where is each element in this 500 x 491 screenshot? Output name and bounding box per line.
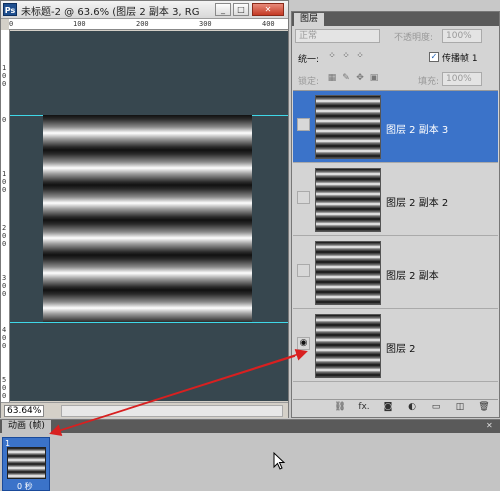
ruler-tick: 0: [2, 282, 7, 290]
layer-row[interactable]: ◉ 图层 2: [293, 310, 498, 382]
ruler-tick: 2: [2, 224, 7, 232]
lock-brush-icon[interactable]: ✎: [340, 73, 352, 85]
ruler-tick: 0: [2, 334, 7, 342]
propagate-frame-label: 传播帧 1: [442, 54, 478, 64]
unify-style-icon[interactable]: ⁘: [354, 51, 366, 63]
maximize-button[interactable]: □: [233, 3, 249, 16]
layer-row[interactable]: 图层 2 副本 2: [293, 164, 498, 236]
unify-label: 统一:: [298, 55, 320, 65]
photoshop-icon: Ps: [3, 3, 17, 16]
document-window: Ps 未标题-2 @ 63.6% (图层 2 副本 3, RG _ □ ✕ 0 …: [0, 0, 289, 418]
ruler-tick: 200: [136, 20, 149, 28]
ruler-tick: 0: [2, 186, 7, 194]
minimize-button[interactable]: _: [215, 3, 231, 16]
ruler-tick: 0: [2, 392, 7, 400]
ruler-tick: 0: [2, 80, 7, 88]
layer-row[interactable]: 图层 2 副本 3: [293, 91, 498, 163]
layer-thumbnail: [315, 314, 381, 378]
adjustment-icon[interactable]: ◐: [405, 402, 419, 414]
ruler-tick: 0: [2, 384, 7, 392]
guide-line[interactable]: [10, 322, 288, 323]
propagate-frame-checkbox[interactable]: ✓: [429, 52, 439, 62]
ruler-tick: 0: [2, 232, 7, 240]
layers-panel: 图层 正常 不透明度: 100% 统一: ⁘ ⁘ ⁘ ✓ 传播帧 1 锁定: ▦…: [291, 11, 500, 418]
ruler-tick: 4: [2, 326, 7, 334]
layer-name: 图层 2 副本: [386, 271, 439, 282]
ruler-tick: 0: [2, 290, 7, 298]
opacity-label: 不透明度:: [394, 33, 434, 43]
mouse-cursor-icon: [273, 451, 286, 470]
ruler-tick: 0: [2, 178, 7, 186]
unify-visibility-icon[interactable]: ⁘: [340, 51, 352, 63]
status-bar: 63.64%: [1, 402, 288, 418]
lock-transparent-icon[interactable]: ▦: [326, 73, 338, 85]
ruler-tick: 0: [9, 20, 14, 28]
fill-field[interactable]: 100%: [442, 72, 482, 86]
ruler-tick: 1: [2, 64, 7, 72]
unify-position-icon[interactable]: ⁘: [326, 51, 338, 63]
ruler-tick: 3: [2, 274, 7, 282]
frame-delay[interactable]: 0 秒: [17, 481, 33, 491]
tab-animation[interactable]: 动画 (帧): [2, 420, 51, 433]
mask-icon[interactable]: ◙: [381, 402, 395, 414]
ruler-tick: 5: [2, 376, 7, 384]
striped-image[interactable]: [43, 115, 252, 323]
ruler-tick: 0: [2, 240, 7, 248]
new-layer-icon[interactable]: ◫: [453, 402, 467, 414]
visibility-toggle[interactable]: [297, 264, 310, 277]
document-title: 未标题-2 @ 63.6% (图层 2 副本 3, RG: [21, 7, 200, 18]
horizontal-scrollbar[interactable]: [61, 405, 283, 417]
ruler-tick: 1: [2, 170, 7, 178]
close-icon[interactable]: ✕: [486, 421, 496, 431]
zoom-field[interactable]: 63.64%: [4, 405, 44, 417]
canvas-area[interactable]: [10, 31, 288, 401]
animation-panel: 动画 (帧) ✕ 1 0 秒: [0, 419, 500, 491]
document-titlebar[interactable]: Ps 未标题-2 @ 63.6% (图层 2 副本 3, RG _ □ ✕: [1, 1, 288, 19]
layer-name: 图层 2 副本 3: [386, 125, 449, 136]
ruler-tick: 100: [73, 20, 86, 28]
layers-tabbar: 图层: [292, 12, 499, 26]
layer-thumbnail: [315, 168, 381, 232]
animation-frame[interactable]: 1 0 秒: [2, 437, 50, 491]
lock-move-icon[interactable]: ✥: [354, 73, 366, 85]
trash-icon[interactable]: 🗑: [477, 402, 491, 414]
folder-icon[interactable]: ▭: [429, 402, 443, 414]
animation-tabbar: 动画 (帧) ✕: [0, 420, 500, 433]
ruler-tick: 0: [2, 342, 7, 350]
frame-thumbnail: [7, 447, 46, 479]
layer-row[interactable]: 图层 2 副本: [293, 237, 498, 309]
fx-icon[interactable]: fx.: [357, 402, 371, 414]
ruler-tick: 0: [2, 116, 7, 124]
fill-label: 填充:: [418, 77, 440, 87]
close-button[interactable]: ✕: [252, 3, 284, 16]
ruler-horizontal[interactable]: 0 100 200 300 400: [9, 19, 288, 30]
lock-label: 锁定:: [298, 77, 320, 87]
ruler-tick: 300: [199, 20, 212, 28]
lock-all-icon[interactable]: ▣: [368, 73, 380, 85]
ruler-tick: 400: [262, 20, 275, 28]
ruler-tick: 0: [2, 72, 7, 80]
layer-thumbnail: [315, 241, 381, 305]
visibility-toggle[interactable]: [297, 191, 310, 204]
ruler-vertical[interactable]: 1 0 0 0 1 0 0 2 0 0 3 0 0 4 0 0 5 0 0: [1, 30, 10, 402]
visibility-toggle[interactable]: [297, 118, 310, 131]
layer-name: 图层 2: [386, 344, 416, 355]
layer-name: 图层 2 副本 2: [386, 198, 449, 209]
opacity-field[interactable]: 100%: [442, 29, 482, 43]
blend-mode-select[interactable]: 正常: [295, 29, 380, 43]
layer-thumbnail: [315, 95, 381, 159]
link-icon[interactable]: ⛓: [333, 402, 347, 414]
tab-layers[interactable]: 图层: [294, 13, 325, 26]
eye-icon[interactable]: ◉: [297, 337, 310, 350]
layers-footer: ⛓ fx. ◙ ◐ ▭ ◫ 🗑: [293, 399, 498, 415]
layer-list: 图层 2 副本 3 图层 2 副本 2 图层 2 副本 ◉ 图层 2: [293, 90, 498, 382]
